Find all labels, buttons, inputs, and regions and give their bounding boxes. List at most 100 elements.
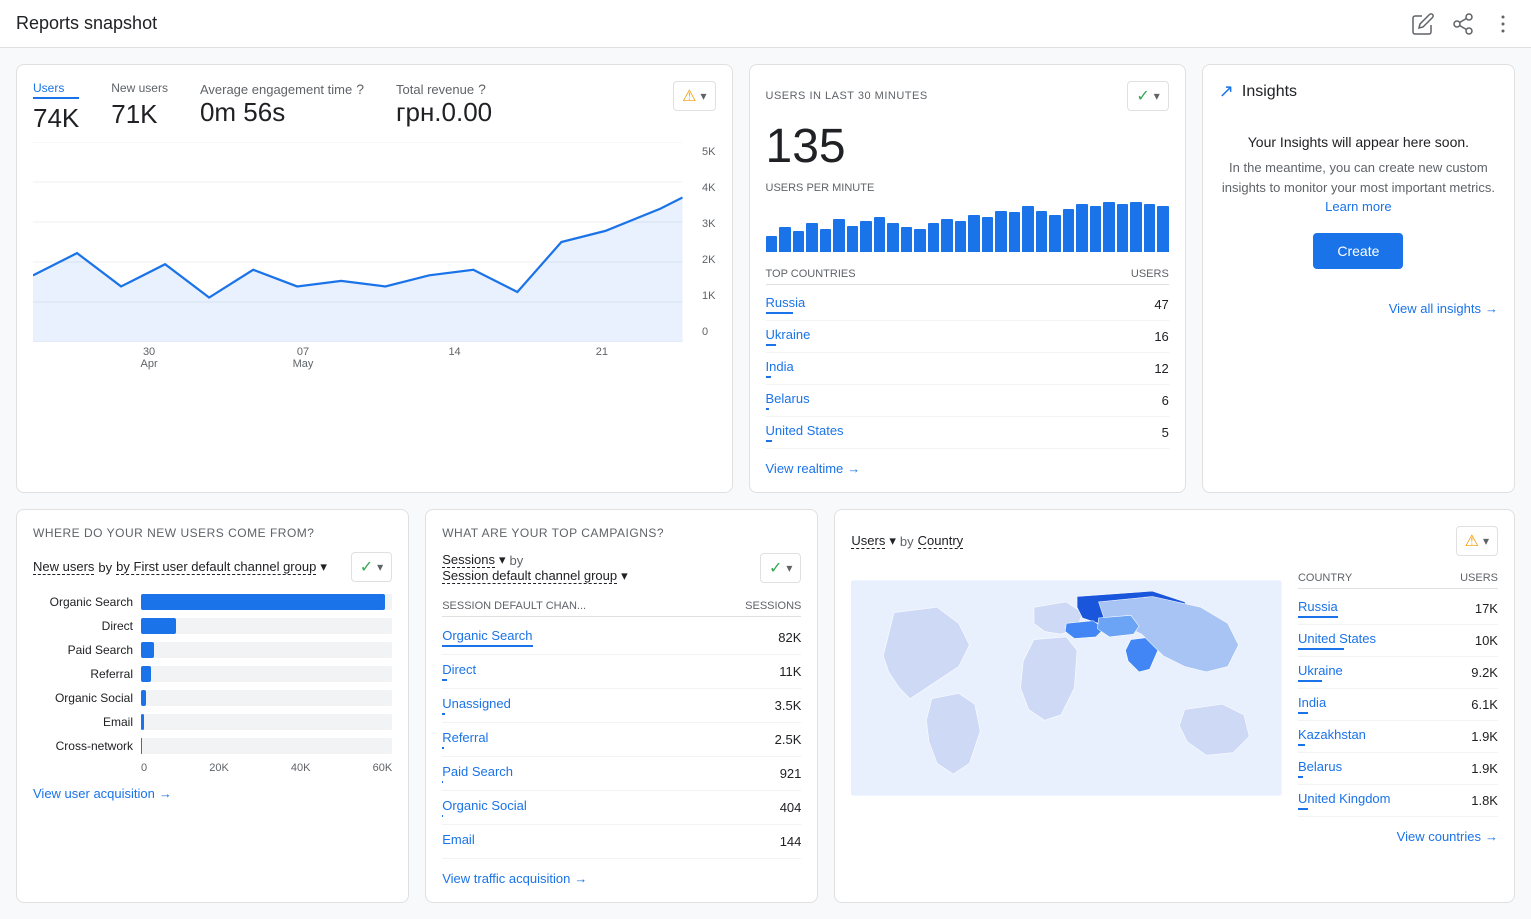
bar <box>982 217 994 252</box>
campaigns-table-header: SESSION DEFAULT CHAN... SESSIONS <box>442 596 801 617</box>
avg-engagement-metric: Average engagement time ? 0m 56s <box>200 81 364 128</box>
users-card: Users 74K New users 71K Average engageme… <box>16 64 733 493</box>
insights-title: Insights <box>1242 83 1297 101</box>
dropdown-icon: ▾ <box>621 568 628 584</box>
bar <box>1130 202 1142 252</box>
arrow-icon: → <box>847 461 860 476</box>
campaign-row: Email 144 <box>442 825 801 859</box>
header-actions <box>1411 12 1515 36</box>
campaigns-filter-channel[interactable]: Session default channel group ▾ <box>442 568 627 584</box>
bar <box>833 219 845 253</box>
view-countries-link[interactable]: View countries → <box>851 829 1498 844</box>
share-icon[interactable] <box>1451 12 1475 36</box>
campaign-row: Direct 11K <box>442 655 801 689</box>
map-card: Users ▾ by Country ⚠ ▾ <box>834 509 1515 903</box>
map-table: COUNTRY USERS Russia 17K United States 1… <box>1298 568 1498 817</box>
top-countries-table: TOP COUNTRIES USERS Russia 47 Ukraine 16… <box>766 264 1169 449</box>
new-users-label: New users <box>111 81 168 95</box>
map-row: Russia 17K <box>1298 593 1498 625</box>
map-row: United States 10K <box>1298 625 1498 657</box>
alert-button[interactable]: ⚠ ▾ <box>673 81 715 111</box>
map-row: India 6.1K <box>1298 689 1498 721</box>
bar <box>941 219 953 253</box>
country-row: United States 5 <box>766 417 1169 449</box>
learn-more-link[interactable]: Learn more <box>1325 199 1391 214</box>
bar <box>887 223 899 252</box>
insights-body-text: In the meantime, you can create new cust… <box>1219 158 1498 217</box>
more-icon[interactable] <box>1491 12 1515 36</box>
chart-x-labels: 30Apr 07May 14 21 <box>33 346 716 370</box>
check-icon: ✓ <box>360 557 373 577</box>
bar <box>1036 211 1048 253</box>
country-row: Ukraine 16 <box>766 321 1169 353</box>
view-traffic-acquisition-link[interactable]: View traffic acquisition → <box>442 871 801 886</box>
insights-header: ↗ Insights <box>1219 81 1498 102</box>
bar <box>1063 209 1075 253</box>
line-chart: 5K 4K 3K 2K 1K 0 <box>33 142 716 342</box>
help-icon-revenue: ? <box>478 81 486 97</box>
view-all-insights-link[interactable]: View all insights → <box>1219 301 1498 316</box>
dropdown-arrow: ▾ <box>1154 89 1160 103</box>
bar <box>968 215 980 253</box>
view-user-acquisition-link[interactable]: View user acquisition → <box>33 786 392 801</box>
dropdown-arrow: ▾ <box>377 560 383 574</box>
edit-icon[interactable] <box>1411 12 1435 36</box>
bar <box>901 227 913 252</box>
users-label[interactable]: Users <box>33 81 79 99</box>
hbar-row: Direct <box>33 618 392 634</box>
page-title: Reports snapshot <box>16 13 157 34</box>
bar <box>874 217 886 252</box>
total-revenue-label: Total revenue ? <box>396 81 492 97</box>
insights-card: ↗ Insights Your Insights will appear her… <box>1202 64 1515 493</box>
campaign-row: Organic Search 82K <box>442 621 801 655</box>
new-users-value: 71K <box>111 99 168 130</box>
acquisition-filter-label[interactable]: New users by by First user default chann… <box>33 559 327 575</box>
avg-engagement-label: Average engagement time ? <box>200 81 364 97</box>
arrow-icon: → <box>159 786 172 801</box>
bar <box>1144 204 1156 253</box>
bar <box>793 231 805 252</box>
map-svg-container <box>851 568 1282 817</box>
insights-body: Your Insights will appear here soon. In … <box>1219 118 1498 285</box>
map-row: Kazakhstan 1.9K <box>1298 721 1498 753</box>
view-realtime-link[interactable]: View realtime → <box>766 461 1169 476</box>
help-icon: ? <box>356 81 364 97</box>
realtime-check-button[interactable]: ✓ ▾ <box>1127 81 1168 111</box>
campaign-row: Paid Search 921 <box>442 757 801 791</box>
campaigns-section-title: WHAT ARE YOUR TOP CAMPAIGNS? <box>442 526 801 540</box>
bottom-row: WHERE DO YOUR NEW USERS COME FROM? New u… <box>16 509 1515 903</box>
campaigns-filter-row: Sessions ▾ by Session default channel gr… <box>442 552 801 584</box>
bar <box>820 229 832 253</box>
bar <box>1103 202 1115 252</box>
new-users-metric: New users 71K <box>111 81 168 130</box>
alert-icon: ⚠ <box>682 86 696 106</box>
map-container: COUNTRY USERS Russia 17K United States 1… <box>851 568 1498 817</box>
world-map-svg <box>851 568 1282 808</box>
hbar-x-labels: 020K40K60K <box>141 762 392 774</box>
avg-engagement-value: 0m 56s <box>200 97 364 128</box>
campaigns-card: WHAT ARE YOUR TOP CAMPAIGNS? Sessions ▾ … <box>425 509 818 903</box>
acquisition-filter-row: New users by by First user default chann… <box>33 552 392 582</box>
dropdown-arrow: ▾ <box>786 561 792 575</box>
dropdown-icon: ▾ <box>320 559 327 575</box>
map-country-filter[interactable]: Country <box>918 533 964 549</box>
campaign-row: Referral 2.5K <box>442 723 801 757</box>
dropdown-arrow: ▾ <box>700 89 706 103</box>
countries-table-header: TOP COUNTRIES USERS <box>766 264 1169 285</box>
bar <box>860 221 872 253</box>
hbar-row: Referral <box>33 666 392 682</box>
arrow-icon: → <box>1485 829 1498 844</box>
dropdown-icon: ▾ <box>889 533 896 549</box>
country-row: India 12 <box>766 353 1169 385</box>
campaigns-filter-sessions[interactable]: Sessions ▾ <box>442 552 505 568</box>
campaigns-check-button[interactable]: ✓ ▾ <box>760 553 801 583</box>
realtime-subtitle: USERS PER MINUTE <box>766 182 1169 194</box>
bar <box>766 236 778 253</box>
acquisition-check-button[interactable]: ✓ ▾ <box>351 552 392 582</box>
map-row: Ukraine 9.2K <box>1298 657 1498 689</box>
realtime-count: 135 <box>766 119 1169 174</box>
create-button[interactable]: Create <box>1313 233 1403 269</box>
map-alert-button[interactable]: ⚠ ▾ <box>1456 526 1498 556</box>
country-row: Russia 47 <box>766 289 1169 321</box>
map-users-filter[interactable]: Users ▾ <box>851 533 895 549</box>
